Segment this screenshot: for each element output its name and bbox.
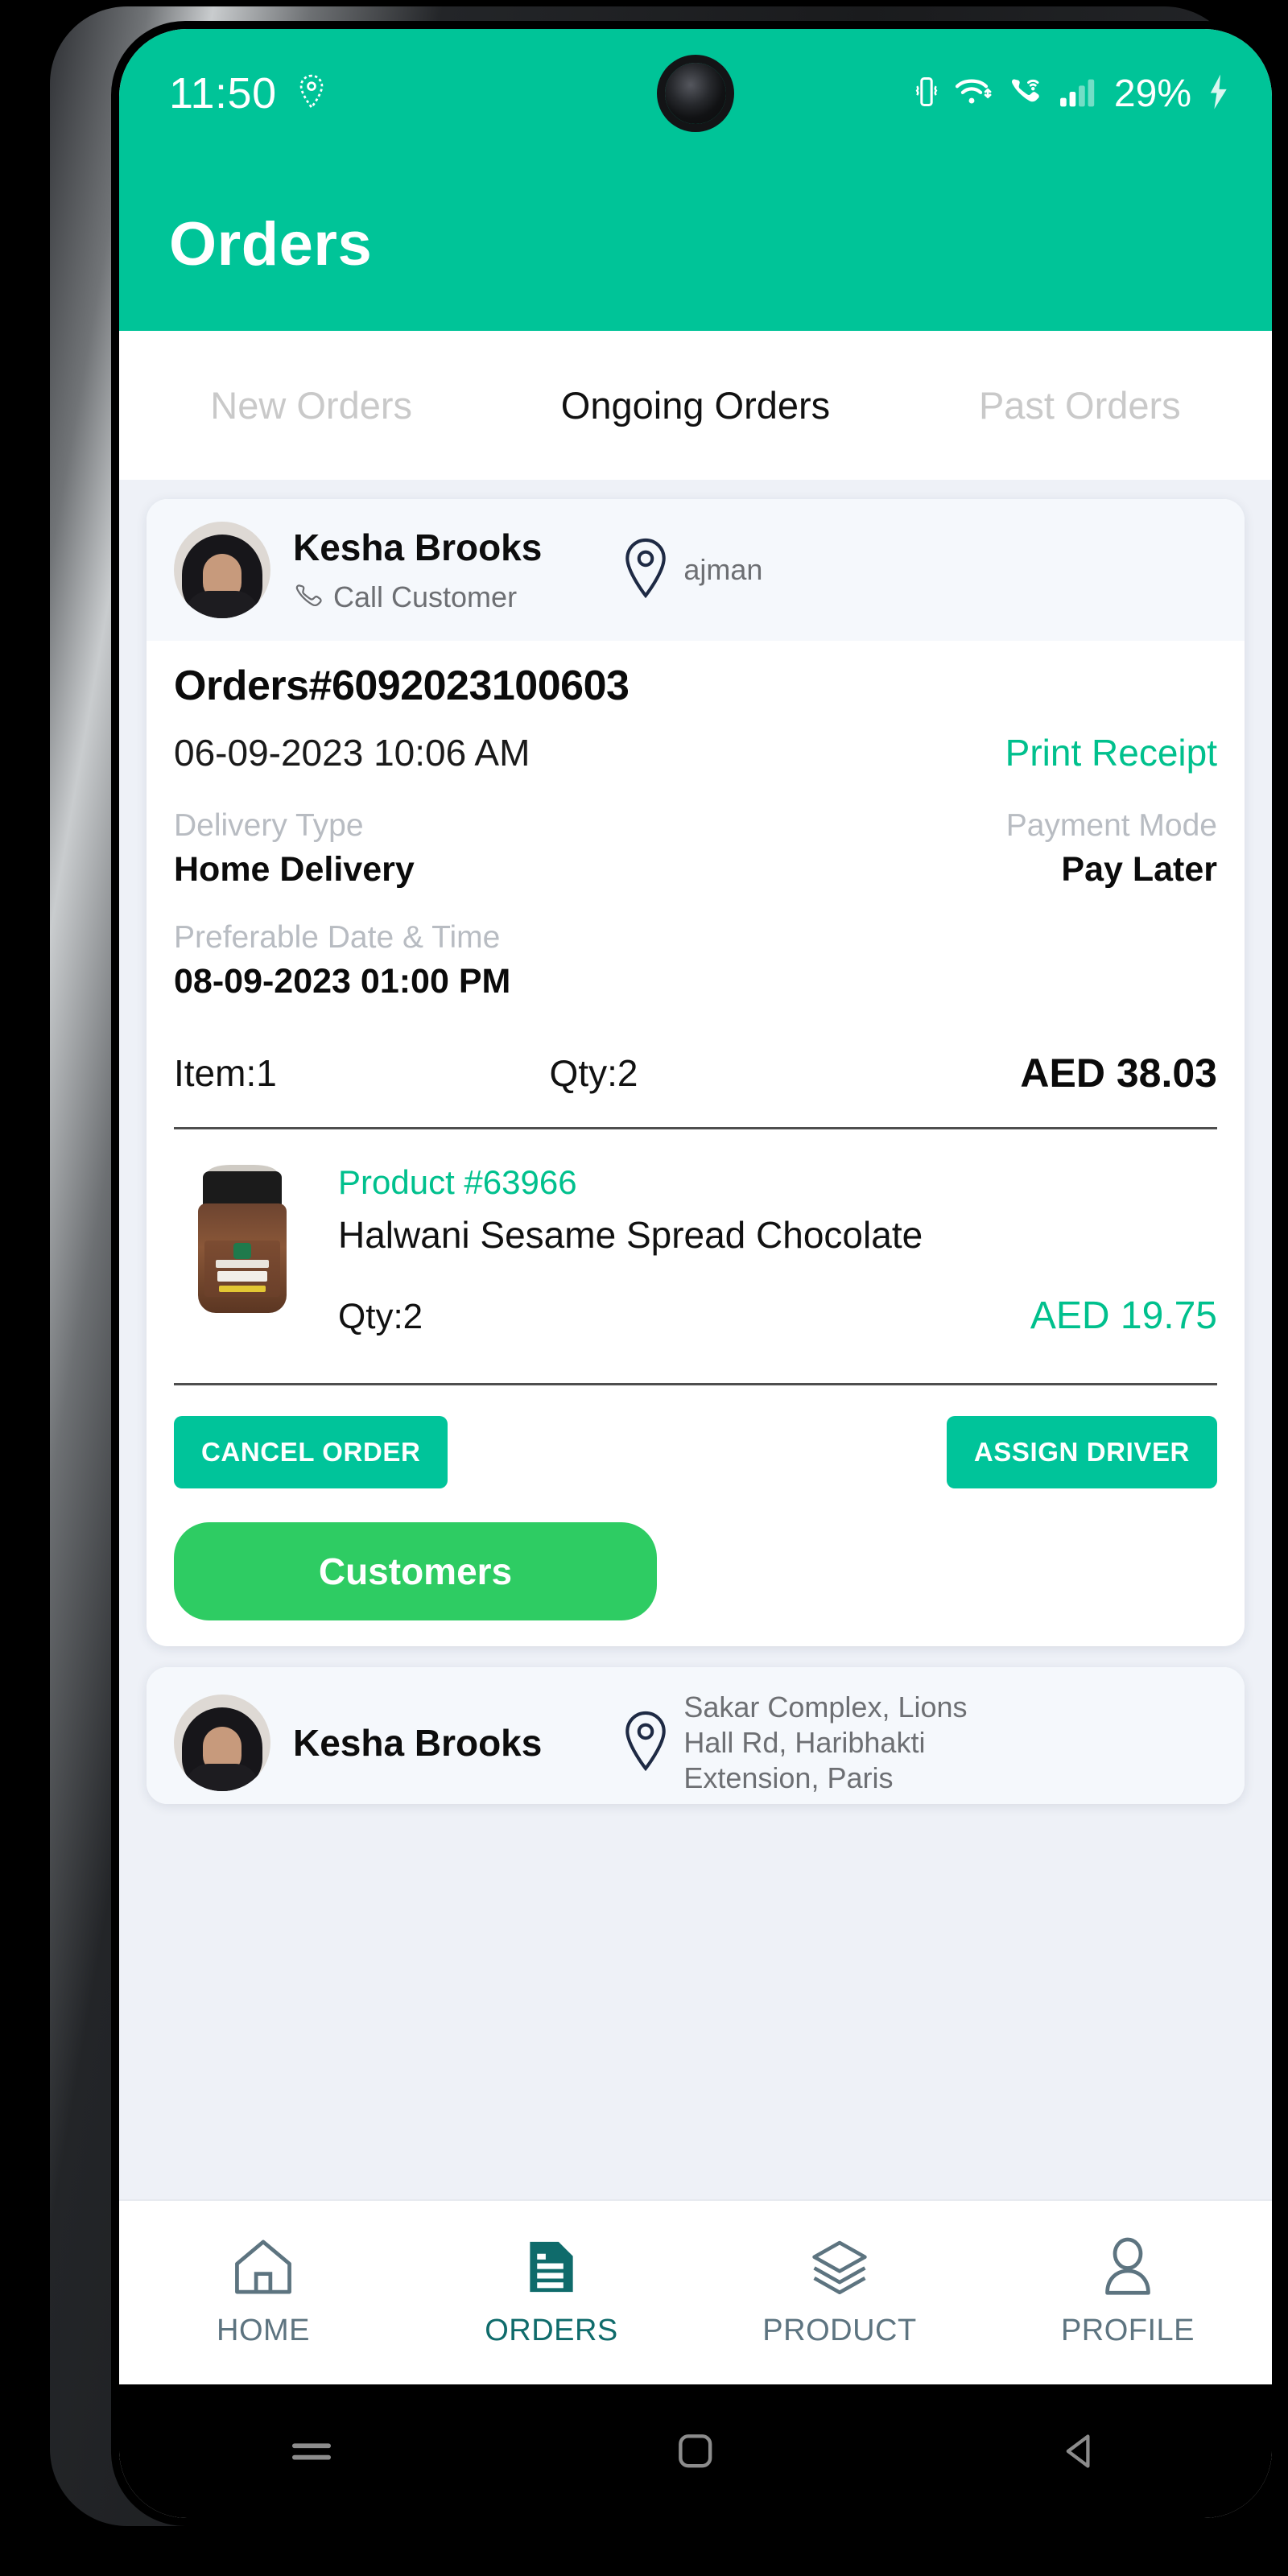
location-pin-icon <box>298 74 325 114</box>
location-pin-icon <box>622 537 669 604</box>
status-bar: 11:50 29% <box>119 29 1272 158</box>
order-card[interactable]: Kesha Brooks Call Customer ajman Orders#… <box>147 499 1245 1647</box>
app-bar: Orders <box>119 158 1272 331</box>
cancel-order-button[interactable]: CANCEL ORDER <box>174 1416 448 1489</box>
vibrate-icon <box>913 74 940 114</box>
nav-label-orders: ORDERS <box>485 2314 618 2347</box>
charging-bolt-icon <box>1206 73 1230 114</box>
qty-total: Qty:2 <box>549 1052 638 1094</box>
call-customer-button[interactable]: Call Customer <box>293 580 542 614</box>
order-date: 06-09-2023 10:06 AM <box>174 732 530 774</box>
nav-label-product: PRODUCT <box>762 2314 917 2347</box>
status-bar-right: 29% <box>913 72 1230 116</box>
home-icon <box>232 2237 295 2301</box>
layers-icon <box>807 2237 872 2301</box>
product-info: Product #63966 Halwani Sesame Spread Cho… <box>338 1163 1217 1338</box>
order-meta: Delivery Type Payment Mode Home Delivery… <box>174 808 1217 1001</box>
order-card[interactable]: Kesha Brooks Sakar Complex, Lions Hall R… <box>147 1667 1245 1805</box>
nav-item-home[interactable]: HOME <box>119 2237 407 2348</box>
avatar <box>174 522 270 618</box>
product-name: Halwani Sesame Spread Chocolate <box>338 1214 923 1256</box>
customer-location-text: Sakar Complex, Lions Hall Rd, Haribhakti… <box>683 1690 968 1795</box>
wifi-icon <box>955 74 993 114</box>
payment-mode-label: Payment Mode <box>1005 808 1217 843</box>
status-bar-left: 11:50 <box>169 68 325 118</box>
customer-location: ajman <box>622 537 762 604</box>
tab-past-orders[interactable]: Past Orders <box>888 383 1272 427</box>
signal-bars-icon <box>1058 74 1095 114</box>
wifi-calling-icon <box>1008 74 1043 114</box>
customer-info: Kesha Brooks <box>293 1721 542 1765</box>
orders-document-icon <box>525 2237 578 2301</box>
nav-item-orders[interactable]: ORDERS <box>407 2237 696 2348</box>
order-date-row: 06-09-2023 10:06 AM Print Receipt <box>174 731 1217 774</box>
customer-strip: Kesha Brooks Sakar Complex, Lions Hall R… <box>147 1667 1245 1805</box>
customer-name: Kesha Brooks <box>293 526 543 568</box>
preferable-datetime: Preferable Date & Time 08-09-2023 01:00 … <box>174 920 1217 1001</box>
home-square-icon[interactable] <box>503 2429 887 2473</box>
preferable-value: 08-09-2023 01:00 PM <box>174 962 511 1001</box>
nav-label-profile: PROFILE <box>1060 2314 1195 2347</box>
back-triangle-icon[interactable] <box>888 2429 1272 2473</box>
amount-total: AED 38.03 <box>1020 1051 1217 1096</box>
payment-mode-value: Pay Later <box>1061 850 1217 889</box>
bottom-navigation: HOME ORDERS PRODUCT PROFILE <box>119 2199 1272 2384</box>
order-number: Orders#6092023100603 <box>174 663 630 709</box>
product-qty: Qty:2 <box>338 1297 423 1337</box>
print-receipt-link[interactable]: Print Receipt <box>1005 731 1217 774</box>
order-actions: CANCEL ORDER ASSIGN DRIVER <box>174 1416 1217 1489</box>
customer-location: Sakar Complex, Lions Hall Rd, Haribhakti… <box>622 1690 968 1796</box>
product-footer: Qty:2 AED 19.75 <box>338 1294 1217 1338</box>
customer-name: Kesha Brooks <box>293 1722 543 1765</box>
meta-labels-row-1: Delivery Type Payment Mode <box>174 808 1217 844</box>
product-row[interactable]: Product #63966 Halwani Sesame Spread Cho… <box>174 1129 1217 1352</box>
recents-icon[interactable] <box>119 2432 503 2471</box>
item-count: Item:1 <box>174 1052 277 1094</box>
phone-screen: 11:50 29% Orders New Orders Ongoing Orde… <box>119 29 1272 2518</box>
android-navigation-bar <box>119 2384 1272 2518</box>
delivery-type-value: Home Delivery <box>174 850 415 889</box>
page-title: Orders <box>169 210 373 279</box>
delivery-type-label: Delivery Type <box>174 808 364 843</box>
phone-icon <box>293 581 322 614</box>
call-customer-label: Call Customer <box>333 580 518 613</box>
battery-percent: 29% <box>1113 72 1191 115</box>
customer-info: Kesha Brooks Call Customer <box>293 526 542 614</box>
avatar <box>174 1695 270 1792</box>
customer-location-text: ajman <box>683 553 763 587</box>
location-pin-icon <box>622 1710 669 1777</box>
assign-driver-button[interactable]: ASSIGN DRIVER <box>946 1416 1217 1489</box>
product-image <box>174 1163 311 1316</box>
product-code[interactable]: Product #63966 <box>338 1163 1217 1202</box>
front-camera-punch-hole <box>665 63 726 124</box>
nav-item-product[interactable]: PRODUCT <box>696 2237 984 2348</box>
nav-item-profile[interactable]: PROFILE <box>984 2237 1272 2348</box>
tab-ongoing-orders[interactable]: Ongoing Orders <box>503 383 887 427</box>
tab-bar: New Orders Ongoing Orders Past Orders <box>119 331 1272 480</box>
order-details: Orders#6092023100603 06-09-2023 10:06 AM… <box>147 641 1245 1646</box>
nav-label-home: HOME <box>217 2314 310 2347</box>
person-icon <box>1099 2237 1157 2301</box>
preferable-label: Preferable Date & Time <box>174 920 501 955</box>
customers-button[interactable]: Customers <box>174 1522 657 1621</box>
customer-strip: Kesha Brooks Call Customer ajman <box>147 499 1245 641</box>
product-price: AED 19.75 <box>1030 1294 1217 1338</box>
orders-list[interactable]: Kesha Brooks Call Customer ajman Orders#… <box>119 480 1272 2199</box>
status-time: 11:50 <box>169 69 277 118</box>
phone-frame: 11:50 29% Orders New Orders Ongoing Orde… <box>50 6 1280 2526</box>
divider <box>174 1383 1217 1386</box>
tab-new-orders[interactable]: New Orders <box>119 383 503 427</box>
order-totals: Item:1 Qty:2 AED 38.03 <box>174 1050 1217 1096</box>
meta-values-row-1: Home Delivery Pay Later <box>174 844 1217 890</box>
